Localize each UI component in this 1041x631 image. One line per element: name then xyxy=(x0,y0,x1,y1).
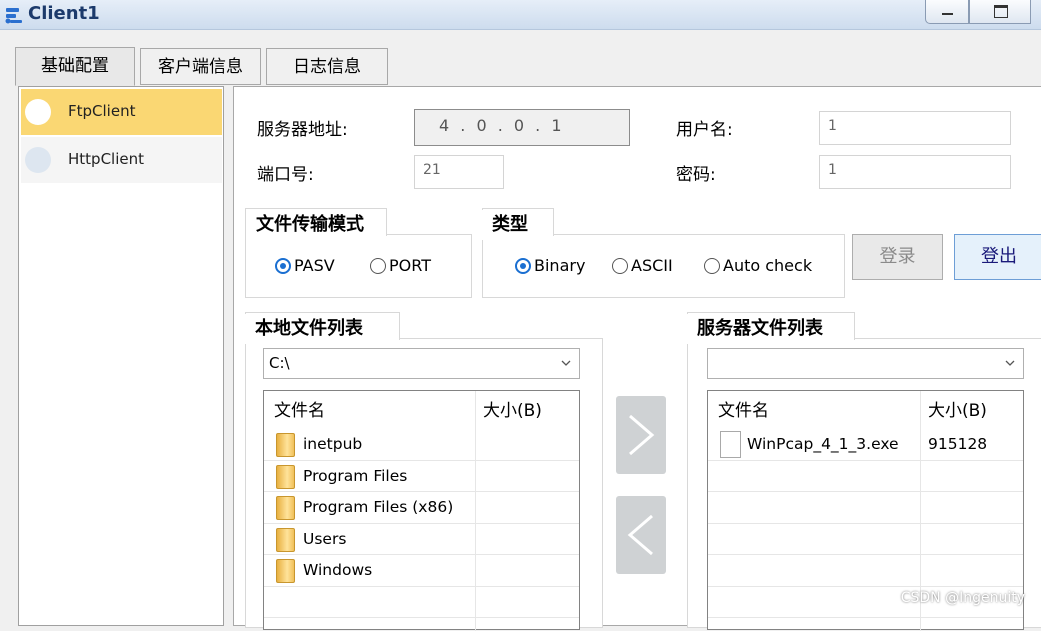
table-row[interactable]: inetpub xyxy=(264,429,579,461)
window-title: Client1 xyxy=(28,3,100,24)
file-size: 915128 xyxy=(928,435,988,453)
table-row[interactable]: Program Files (x86) xyxy=(264,492,579,524)
table-row[interactable]: Program Files xyxy=(264,461,579,492)
radio-icon xyxy=(704,258,720,274)
username-input[interactable]: 1 xyxy=(819,111,1011,145)
file-icon xyxy=(720,431,741,458)
auto-check-radio[interactable]: Auto check xyxy=(704,256,812,275)
table-row xyxy=(708,492,1023,524)
col-header-filename[interactable]: 文件名 xyxy=(274,391,325,429)
app-icon xyxy=(4,5,24,25)
sidebar-item-ftpclient[interactable]: FtpClient xyxy=(21,89,222,135)
type-title: 类型 xyxy=(482,210,538,240)
radio-selected-icon xyxy=(275,258,291,274)
port-label: 端口号: xyxy=(257,165,314,185)
folder-icon xyxy=(276,559,295,583)
sidebar-item-httpclient[interactable]: HttpClient xyxy=(21,137,222,183)
watermark: CSDN @Ingenuity xyxy=(900,590,1025,606)
folder-icon xyxy=(276,464,295,489)
pasv-radio[interactable]: PASV xyxy=(275,256,335,275)
username-label: 用户名: xyxy=(676,120,733,140)
login-button[interactable]: 登录 xyxy=(852,234,943,280)
password-input[interactable]: 1 xyxy=(819,155,1011,189)
radio-icon xyxy=(612,258,628,274)
local-path-value: C:\ xyxy=(269,354,290,372)
port-input[interactable]: 21 xyxy=(414,155,504,189)
minimize-button[interactable] xyxy=(925,0,969,24)
local-files-title: 本地文件列表 xyxy=(245,314,373,344)
file-name: Users xyxy=(303,529,347,548)
file-name: Program Files xyxy=(303,466,408,485)
table-row[interactable]: Users xyxy=(264,524,579,555)
sidebar-item-label: HttpClient xyxy=(68,150,144,168)
upload-button[interactable] xyxy=(616,396,666,474)
folder-icon xyxy=(276,527,295,552)
server-files-title: 服务器文件列表 xyxy=(687,314,833,344)
table-row xyxy=(708,461,1023,492)
client-type-list: FtpClient HttpClient xyxy=(18,86,224,626)
file-name: Program Files (x86) xyxy=(303,498,454,516)
table-row[interactable]: Windows xyxy=(264,555,579,587)
col-header-filename[interactable]: 文件名 xyxy=(718,391,769,429)
file-name: WinPcap_4_1_3.exe xyxy=(747,435,899,453)
tab-log-info[interactable]: 日志信息 xyxy=(266,48,388,85)
radio-icon xyxy=(370,258,386,274)
chevron-down-icon xyxy=(561,360,571,366)
folder-icon xyxy=(276,433,295,457)
server-address-label: 服务器地址: xyxy=(257,120,348,140)
ftp-client-icon xyxy=(25,99,51,125)
port-radio[interactable]: PORT xyxy=(370,256,431,275)
file-name: inetpub xyxy=(303,435,363,453)
ascii-radio[interactable]: ASCII xyxy=(612,256,673,275)
table-row xyxy=(264,587,579,618)
transfer-mode-title: 文件传输模式 xyxy=(246,210,374,240)
http-client-icon xyxy=(25,147,51,173)
table-row xyxy=(708,524,1023,555)
sidebar-item-label: FtpClient xyxy=(68,102,136,120)
logout-button[interactable]: 登出 xyxy=(954,234,1041,280)
tab-client-info[interactable]: 客户端信息 xyxy=(140,48,261,85)
chevron-down-icon xyxy=(1005,360,1015,366)
title-bar xyxy=(0,0,1041,30)
password-label: 密码: xyxy=(676,165,716,185)
tab-basic-config[interactable]: 基础配置 xyxy=(15,47,135,86)
col-header-size[interactable]: 大小(B) xyxy=(483,391,542,429)
chevron-right-icon xyxy=(629,414,655,456)
binary-radio[interactable]: Binary xyxy=(515,256,585,275)
local-file-list[interactable]: 文件名 大小(B) inetpub Program Files Program Fi… xyxy=(263,390,580,631)
server-address-input[interactable]: 4 . 0 . 0 . 1 xyxy=(414,109,630,146)
download-button[interactable] xyxy=(616,496,666,574)
folder-icon xyxy=(276,496,295,520)
radio-selected-icon xyxy=(515,258,531,274)
maximize-button[interactable] xyxy=(969,0,1031,24)
server-path-dropdown[interactable] xyxy=(707,348,1024,379)
table-row[interactable]: WinPcap_4_1_3.exe 915128 xyxy=(708,429,1023,461)
col-header-size[interactable]: 大小(B) xyxy=(928,391,987,429)
file-name: Windows xyxy=(303,561,373,579)
table-row xyxy=(708,555,1023,587)
chevron-left-icon xyxy=(627,514,653,556)
local-path-dropdown[interactable]: C:\ xyxy=(263,348,580,379)
